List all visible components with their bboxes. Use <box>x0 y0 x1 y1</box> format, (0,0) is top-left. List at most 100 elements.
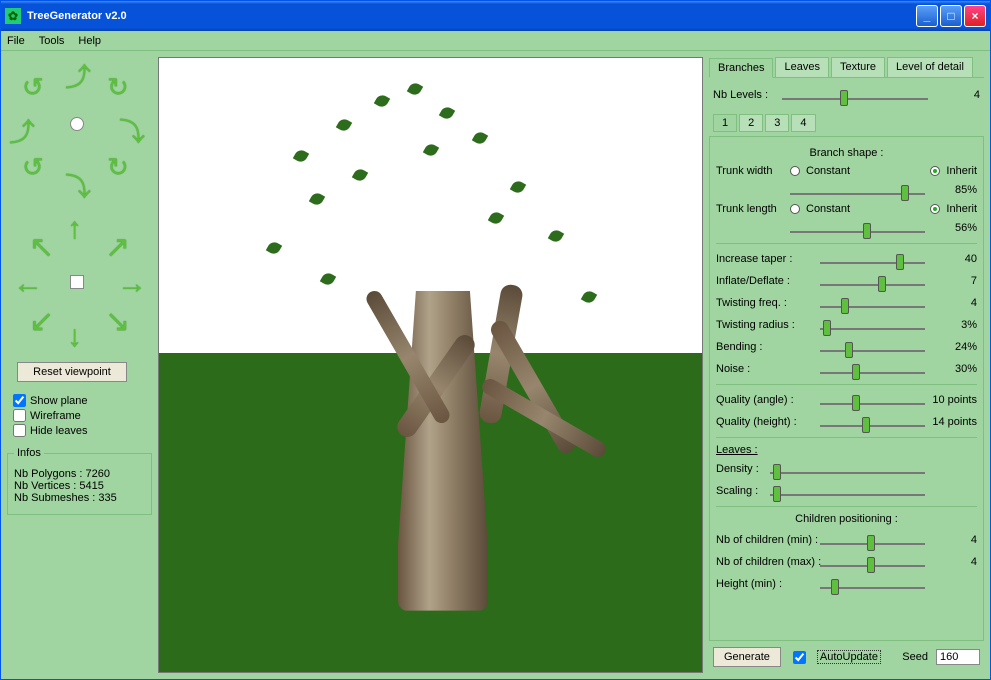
pan-center-icon[interactable] <box>70 275 84 289</box>
polys-label: Nb Polygons : <box>14 468 82 480</box>
nb-levels-value: 4 <box>932 89 980 101</box>
nb-children-max-slider[interactable] <box>820 553 925 571</box>
polys-value: 7260 <box>86 468 110 480</box>
qual-height-value: 14 points <box>929 416 977 428</box>
bottom-bar: Generate AutoUpdate Seed <box>709 641 984 673</box>
inherit-label-2: Inherit <box>946 203 977 215</box>
leveltab-3[interactable]: 3 <box>765 114 789 132</box>
params-scroll[interactable]: Branch shape : Trunk width Constant Inhe… <box>709 136 984 641</box>
trunk-length-label: Trunk length <box>716 203 786 215</box>
subm-label: Nb Submeshes : <box>14 492 95 504</box>
seed-label: Seed <box>902 651 928 663</box>
autoupdate-checkbox[interactable] <box>793 651 806 664</box>
pan-down-icon[interactable]: ↓ <box>67 320 82 354</box>
qual-angle-label: Quality (angle) : <box>716 394 816 406</box>
tab-texture[interactable]: Texture <box>831 57 885 77</box>
minimize-button[interactable]: _ <box>916 5 938 27</box>
nb-levels-slider[interactable] <box>782 86 928 104</box>
rotate-up-icon[interactable]: ⤴ <box>65 57 91 94</box>
tab-branches[interactable]: Branches <box>709 58 773 78</box>
rotate-left-icon[interactable]: ⤴ <box>9 112 35 149</box>
leveltab-1[interactable]: 1 <box>713 114 737 132</box>
menu-file[interactable]: File <box>7 35 25 47</box>
infos-box: Infos Nb Polygons : 7260 Nb Vertices : 5… <box>7 453 152 515</box>
tab-lod[interactable]: Level of detail <box>887 57 973 77</box>
inflate-value: 7 <box>929 275 977 287</box>
viewport-3d[interactable] <box>158 57 703 673</box>
twist-radius-value: 3% <box>929 319 977 331</box>
leaf <box>439 105 455 121</box>
pan-upleft-icon[interactable]: ↖ <box>29 230 54 265</box>
hide-leaves-label: Hide leaves <box>30 425 87 437</box>
scaling-slider[interactable] <box>770 482 925 500</box>
menu-help[interactable]: Help <box>78 35 101 47</box>
trunk-length-slider[interactable] <box>790 219 925 237</box>
leaf <box>374 93 390 109</box>
titlebar: ✿ TreeGenerator v2.0 _ □ × <box>1 1 990 31</box>
density-slider[interactable] <box>770 460 925 478</box>
pan-right-icon[interactable]: → <box>117 267 147 301</box>
nb-children-min-value: 4 <box>929 534 977 546</box>
trunk-length-constant-radio[interactable] <box>790 204 800 214</box>
nb-children-min-slider[interactable] <box>820 531 925 549</box>
bending-label: Bending : <box>716 341 816 353</box>
inflate-label: Inflate/Deflate : <box>716 275 816 287</box>
pan-downleft-icon[interactable]: ↙ <box>29 304 54 339</box>
show-plane-label: Show plane <box>30 395 88 407</box>
height-min-label: Height (min) : <box>716 578 816 590</box>
pan-up-icon[interactable]: ↑ <box>67 212 82 246</box>
close-button[interactable]: × <box>964 5 986 27</box>
twist-freq-label: Twisting freq. : <box>716 297 816 309</box>
level-tabs: 1 2 3 4 <box>709 114 984 132</box>
hide-leaves-checkbox[interactable] <box>13 424 26 437</box>
inflate-slider[interactable] <box>820 272 925 290</box>
trunk-length-inherit-radio[interactable] <box>930 204 940 214</box>
app-icon: ✿ <box>5 8 21 24</box>
children-pos-header: Children positioning : <box>716 513 977 525</box>
reset-viewpoint-button[interactable]: Reset viewpoint <box>17 362 127 382</box>
leaf <box>510 179 526 195</box>
pan-upright-icon[interactable]: ↗ <box>105 230 130 265</box>
increase-taper-value: 40 <box>929 253 977 265</box>
show-plane-checkbox[interactable] <box>13 394 26 407</box>
rotate-downright-icon[interactable]: ↻ <box>107 152 129 183</box>
seed-input[interactable] <box>936 649 980 665</box>
qual-height-slider[interactable] <box>820 413 925 431</box>
pan-left-icon[interactable]: ← <box>13 267 43 301</box>
wireframe-checkbox[interactable] <box>13 409 26 422</box>
trunk-width-slider[interactable] <box>790 181 925 199</box>
rotate-right-icon[interactable]: ⤵ <box>119 112 145 149</box>
noise-slider[interactable] <box>820 360 925 378</box>
density-label: Density : <box>716 463 766 475</box>
leaf <box>320 271 336 287</box>
maximize-button[interactable]: □ <box>940 5 962 27</box>
trunk-width-constant-radio[interactable] <box>790 166 800 176</box>
leaves-subheader: Leaves : <box>716 444 977 456</box>
generate-button[interactable]: Generate <box>713 647 781 667</box>
autoupdate-label: AutoUpdate <box>817 650 881 664</box>
tab-leaves[interactable]: Leaves <box>775 57 828 77</box>
height-min-slider[interactable] <box>820 575 925 593</box>
leaf <box>309 191 325 207</box>
leaf <box>580 289 596 305</box>
rotate-upright-icon[interactable]: ↻ <box>107 72 129 103</box>
bending-slider[interactable] <box>820 338 925 356</box>
twist-freq-slider[interactable] <box>820 294 925 312</box>
pan-downright-icon[interactable]: ↘ <box>105 304 130 339</box>
increase-taper-slider[interactable] <box>820 250 925 268</box>
rotate-center-icon[interactable] <box>70 117 84 131</box>
noise-label: Noise : <box>716 363 816 375</box>
leaf <box>352 166 368 182</box>
rotate-control: ⤴ ↻ ⤵ ↻ ⤵ ↺ ⤴ ↺ <box>7 57 147 202</box>
trunk-width-inherit-radio[interactable] <box>930 166 940 176</box>
leveltab-2[interactable]: 2 <box>739 114 763 132</box>
rotate-down-icon[interactable]: ⤵ <box>65 167 91 204</box>
rotate-upleft-icon[interactable]: ↺ <box>22 72 44 103</box>
twist-radius-slider[interactable] <box>820 316 925 334</box>
qual-angle-slider[interactable] <box>820 391 925 409</box>
rotate-downleft-icon[interactable]: ↺ <box>22 152 44 183</box>
scaling-label: Scaling : <box>716 485 766 497</box>
leveltab-4[interactable]: 4 <box>791 114 815 132</box>
leaf <box>407 80 423 96</box>
menu-tools[interactable]: Tools <box>39 35 65 47</box>
